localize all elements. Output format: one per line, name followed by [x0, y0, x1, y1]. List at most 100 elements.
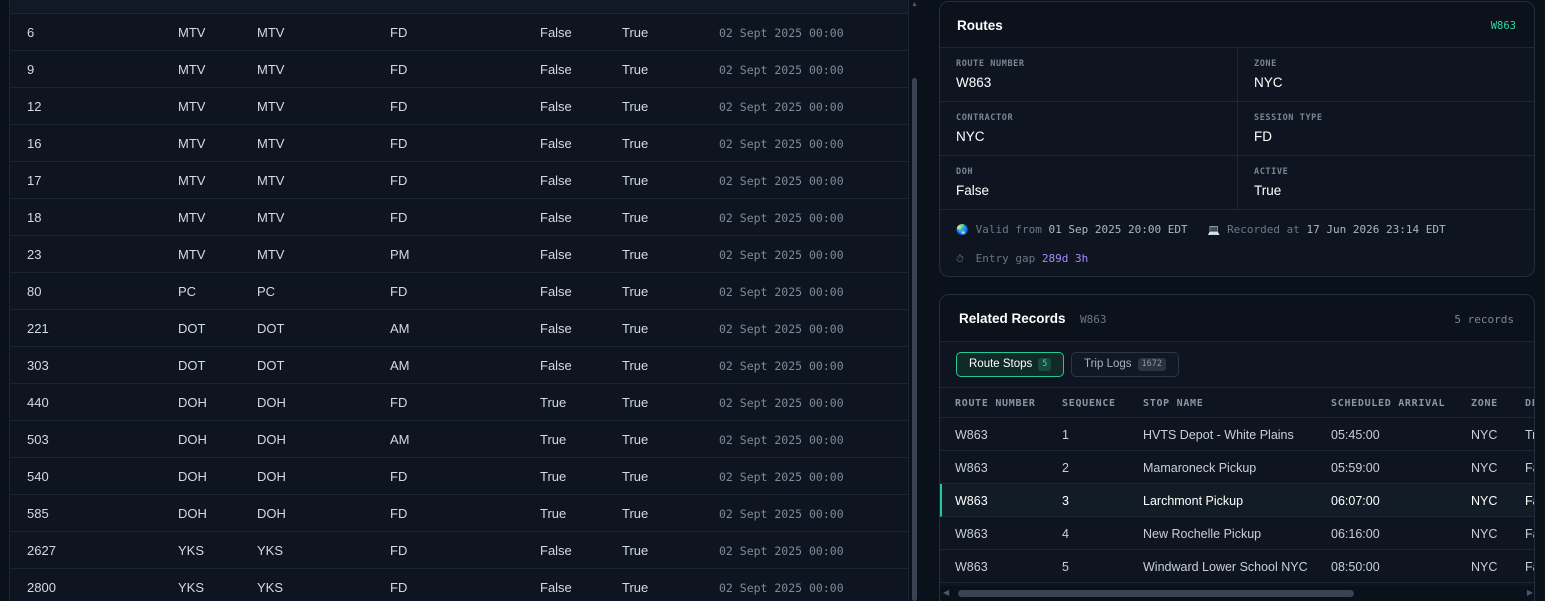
related-table-row[interactable]: W863 5 Windward Lower School NYC 08:50:00 NY…	[940, 550, 1534, 583]
cell-doh: False	[540, 210, 572, 225]
table-row[interactable]: 2627 YKS YKS FD False True 02 Sept 2025 00:00	[10, 532, 908, 569]
cell-sequence: 1	[1062, 428, 1069, 442]
field-label: SESSION TYPE	[1254, 113, 1323, 123]
cell-contractor: YKS	[178, 543, 205, 558]
cell-active: True	[622, 25, 649, 40]
cell-id: 221	[27, 321, 49, 336]
cell-zone: MTV	[257, 62, 285, 77]
cell-zone: NYC	[1471, 527, 1498, 541]
related-table-hscrollbar[interactable]: ◀ ▶	[940, 586, 1534, 601]
cell-id: 503	[27, 432, 49, 447]
cell-zone: YKS	[257, 580, 284, 595]
table-row[interactable]: 12 MTV MTV FD False True 02 Sept 2025 00:00	[10, 88, 908, 125]
cell-scheduled-arrival: 05:45:00	[1331, 428, 1380, 442]
left-table-scrollbar[interactable]: ▲	[910, 0, 919, 601]
cell-doh: False	[540, 99, 572, 114]
related-table-row[interactable]: W863 3 Larchmont Pickup 06:07:00 NYC Fa	[940, 484, 1534, 517]
field-label: ACTIVE	[1254, 167, 1289, 177]
hscrollbar-thumb[interactable]	[958, 590, 1354, 597]
routes-list-table: 6 MTV MTV FD False True 02 Sept 2025 00:00 9 MTV…	[9, 0, 909, 601]
cell-zone: MTV	[257, 247, 285, 262]
cell-active: True	[622, 580, 649, 595]
table-row[interactable]: 221 DOT DOT AM False True 02 Sept 2025 00:00	[10, 310, 908, 347]
table-row[interactable]: 9 MTV MTV FD False True 02 Sept 2025 00:00	[10, 51, 908, 88]
table-row[interactable]: 18 MTV MTV FD False True 02 Sept 2025 00:00	[10, 199, 908, 236]
scroll-up-icon[interactable]: ▲	[910, 0, 919, 10]
column-header-scheduled-arrival[interactable]: SCHEDULED ARRIVAL	[1331, 398, 1445, 409]
column-header-sequence[interactable]: SEQUENCE	[1062, 398, 1116, 409]
field-value: NYC	[1254, 75, 1283, 90]
cell-active: True	[622, 395, 649, 410]
column-header-stop-name[interactable]: STOP NAME	[1143, 398, 1204, 409]
cell-zone: DOH	[257, 395, 286, 410]
cell-date: 02 Sept 2025 00:00	[719, 581, 844, 595]
cell-session: AM	[390, 358, 410, 373]
table-row[interactable]: 585 DOH DOH FD True True 02 Sept 2025 00:00	[10, 495, 908, 532]
globe-icon: 🌏	[956, 225, 969, 236]
left-table-scrollbar-thumb[interactable]	[912, 78, 917, 601]
cell-route-number: W863	[955, 494, 988, 508]
cell-truncated: Fa	[1525, 494, 1534, 508]
cell-active: True	[622, 62, 649, 77]
field-value: W863	[956, 75, 992, 90]
cell-active: True	[622, 506, 649, 521]
cell-date: 02 Sept 2025 00:00	[719, 137, 844, 151]
related-records-card: Related Records W863 5 records Route Sto…	[939, 294, 1535, 601]
cell-zone: MTV	[257, 99, 285, 114]
cell-contractor: MTV	[178, 210, 206, 225]
cell-active: True	[622, 210, 649, 225]
table-row[interactable]: 303 DOT DOT AM False True 02 Sept 2025 00:00	[10, 347, 908, 384]
scroll-right-icon[interactable]: ▶	[1527, 588, 1533, 597]
related-table-row[interactable]: W863 4 New Rochelle Pickup 06:16:00 NYC Fa	[940, 517, 1534, 550]
related-table-row[interactable]: W863 1 HVTS Depot - White Plains 05:45:00 NY…	[940, 418, 1534, 451]
related-table-row[interactable]: W863 2 Mamaroneck Pickup 05:59:00 NYC Fa	[940, 451, 1534, 484]
cell-id: 12	[27, 99, 42, 114]
column-header-zone[interactable]: ZONE	[1471, 398, 1498, 409]
field-label: CONTRACTOR	[956, 113, 1014, 123]
stopwatch-icon: ⏱	[956, 254, 964, 265]
cell-contractor: MTV	[178, 25, 206, 40]
cell-sequence: 3	[1062, 494, 1069, 508]
table-row[interactable]: 2800 YKS YKS FD False True 02 Sept 2025 00:00	[10, 569, 908, 601]
table-row[interactable]: 6 MTV MTV FD False True 02 Sept 2025 00:00	[10, 14, 908, 51]
cell-session: FD	[390, 543, 408, 558]
cell-contractor: MTV	[178, 99, 206, 114]
table-row[interactable]: 16 MTV MTV FD False True 02 Sept 2025 00:00	[10, 125, 908, 162]
cell-id: 17	[27, 173, 42, 188]
cell-date: 02 Sept 2025 00:00	[719, 396, 844, 410]
cell-active: True	[622, 543, 649, 558]
table-row[interactable]: 23 MTV MTV PM False True 02 Sept 2025 00:00	[10, 236, 908, 273]
column-header-truncated[interactable]: DE	[1525, 398, 1534, 409]
tab-count-badge: 1672	[1137, 358, 1166, 371]
cell-session: FD	[390, 469, 408, 484]
column-header-route-number[interactable]: ROUTE NUMBER	[955, 398, 1036, 409]
table-row[interactable]: 440 DOH DOH FD True True 02 Sept 2025 00:00	[10, 384, 908, 421]
table-row[interactable]: 80 PC PC FD False True 02 Sept 2025 00:00	[10, 273, 908, 310]
cell-truncated: Fa	[1525, 461, 1534, 475]
recorded-at-label: Recorded at	[1227, 223, 1300, 236]
cell-id: 540	[27, 469, 49, 484]
tab-route-stops[interactable]: Route Stops 5	[956, 352, 1065, 377]
related-records-count: 5 records	[1454, 313, 1514, 326]
cell-doh: False	[540, 284, 572, 299]
recorded-at-value: 17 Jun 2026 23:14 EDT	[1306, 223, 1446, 236]
cell-active: True	[622, 173, 649, 188]
cell-zone: NYC	[1471, 428, 1498, 442]
cell-active: True	[622, 247, 649, 262]
table-top-strip	[10, 0, 908, 14]
cell-truncated: Tr	[1525, 428, 1534, 442]
table-row[interactable]: 503 DOH DOH AM True True 02 Sept 2025 00:00	[10, 421, 908, 458]
cell-stop-name: HVTS Depot - White Plains	[1143, 428, 1294, 442]
table-row[interactable]: 17 MTV MTV FD False True 02 Sept 2025 00:00	[10, 162, 908, 199]
cell-date: 02 Sept 2025 00:00	[719, 63, 844, 77]
tab-label: Route Stops	[969, 358, 1033, 370]
table-row[interactable]: 540 DOH DOH FD True True 02 Sept 2025 00:00	[10, 458, 908, 495]
cell-session: FD	[390, 173, 408, 188]
cell-active: True	[622, 284, 649, 299]
cell-contractor: PC	[178, 284, 197, 299]
cell-date: 02 Sept 2025 00:00	[719, 470, 844, 484]
cell-contractor: DOH	[178, 469, 207, 484]
tab-trip-logs[interactable]: Trip Logs 1672	[1071, 352, 1179, 377]
scroll-left-icon[interactable]: ◀	[943, 588, 949, 597]
cell-zone: MTV	[257, 136, 285, 151]
